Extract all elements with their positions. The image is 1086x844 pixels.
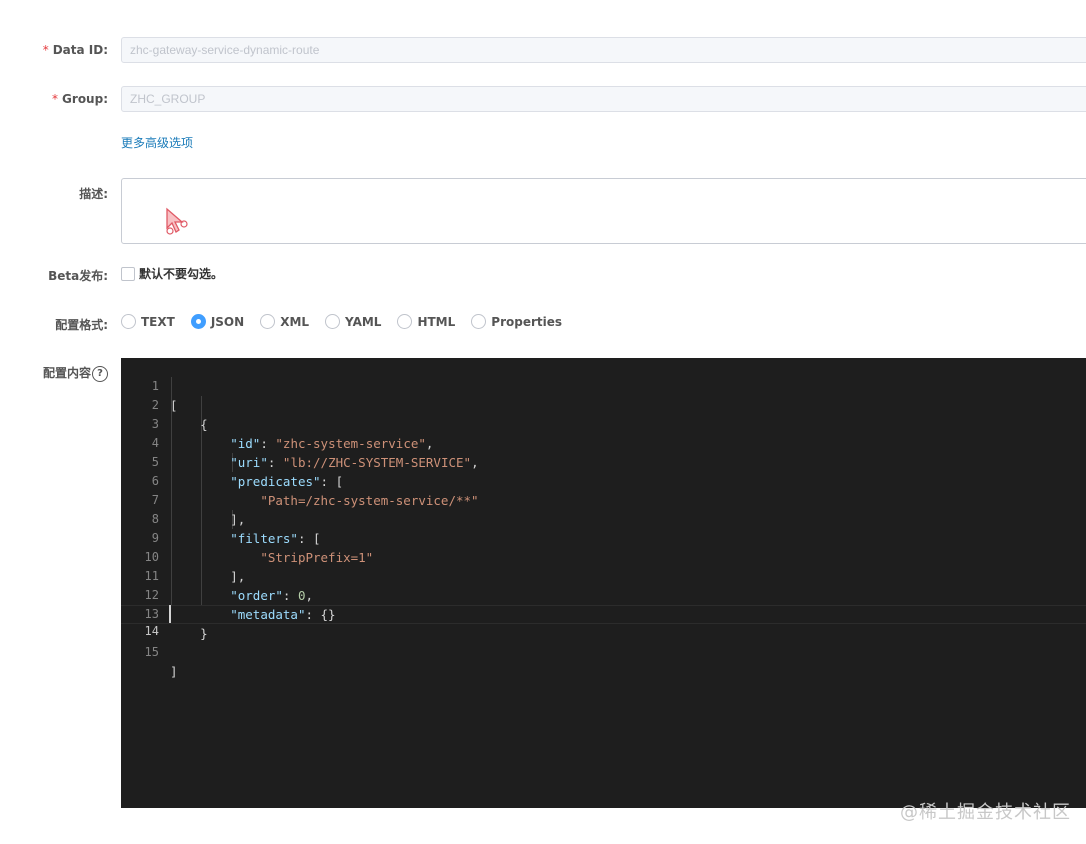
- radio-button[interactable]: [325, 314, 341, 329]
- code-line: 5 "predicates": [: [121, 434, 1086, 489]
- code-line: 8 "filters": [: [121, 491, 1086, 546]
- code-line: 13 }: [121, 586, 1086, 641]
- text-caret: [169, 605, 171, 623]
- code-line: 15 ]: [121, 624, 1086, 679]
- format-label: 配置格式:: [55, 318, 108, 332]
- code-line: 10 ],: [121, 529, 1086, 584]
- format-option-label: Properties: [491, 314, 563, 329]
- format-option-text[interactable]: TEXT: [121, 314, 175, 329]
- format-option-label: JSON: [210, 314, 245, 329]
- mouse-cursor-icon: [166, 207, 188, 235]
- code-line: 9 "StripPrefix=1": [121, 510, 1086, 565]
- group-label: * Group:: [52, 92, 108, 106]
- description-textarea[interactable]: [121, 178, 1086, 244]
- required-mark: *: [42, 43, 49, 57]
- format-option-json[interactable]: JSON: [190, 314, 245, 329]
- format-option-xml[interactable]: XML: [260, 314, 309, 329]
- help-icon[interactable]: ?: [92, 365, 108, 382]
- radio-button-selected[interactable]: [190, 314, 206, 329]
- description-label: 描述:: [79, 187, 108, 201]
- radio-button[interactable]: [121, 314, 136, 329]
- code-line: 2 {: [121, 377, 1086, 432]
- format-option-label: XML: [280, 314, 310, 329]
- code-line: 6 "Path=/zhc-system-service/**": [121, 453, 1086, 508]
- code-line-active: 14: [121, 605, 1086, 638]
- code-editor[interactable]: 1 [ 2 { 3 "id": "zhc-system-service", 4 …: [121, 358, 1086, 808]
- radio-button[interactable]: [471, 314, 487, 329]
- beta-checkbox-text: 默认不要勾选。: [139, 267, 224, 281]
- format-option-label: TEXT: [141, 314, 175, 329]
- format-option-label: HTML: [417, 314, 456, 329]
- radio-button[interactable]: [397, 314, 413, 329]
- line-number: 15: [144, 645, 159, 659]
- format-option-properties[interactable]: Properties: [471, 314, 562, 329]
- code-line: 3 "id": "zhc-system-service",: [121, 396, 1086, 451]
- group-input[interactable]: [121, 86, 1086, 112]
- data-id-input[interactable]: [121, 37, 1086, 63]
- beta-label: Beta发布:: [48, 269, 108, 283]
- beta-checkbox[interactable]: [121, 266, 135, 281]
- config-edit-page: *Data ID: *Group: 更多高级选项 描述: Beta发布: 默认不…: [0, 0, 1086, 844]
- radio-button[interactable]: [260, 314, 276, 329]
- format-option-yaml[interactable]: YAML: [325, 314, 381, 329]
- code-line: 11 "order": 0,: [121, 548, 1086, 603]
- watermark: @稀土掘金技术社区: [900, 802, 1071, 823]
- code-line: 7 ],: [121, 472, 1086, 527]
- required-mark: *: [52, 92, 59, 106]
- beta-checkbox-wrap[interactable]: 默认不要勾选。: [121, 265, 223, 282]
- code-line: 12 "metadata": {}: [121, 567, 1086, 622]
- code-line: 4 "uri": "lb://ZHC-SYSTEM-SERVICE",: [121, 415, 1086, 470]
- format-option-html[interactable]: HTML: [397, 314, 455, 329]
- format-radio-group: TEXT JSON XML YAML HTML Properties: [121, 314, 578, 329]
- content-label: 配置内容?: [0, 364, 108, 382]
- format-option-label: YAML: [345, 314, 382, 329]
- more-advanced-options-link[interactable]: 更多高级选项: [121, 134, 193, 151]
- code-line: 1 [: [121, 358, 1086, 413]
- data-id-label: * Data ID:: [42, 43, 108, 57]
